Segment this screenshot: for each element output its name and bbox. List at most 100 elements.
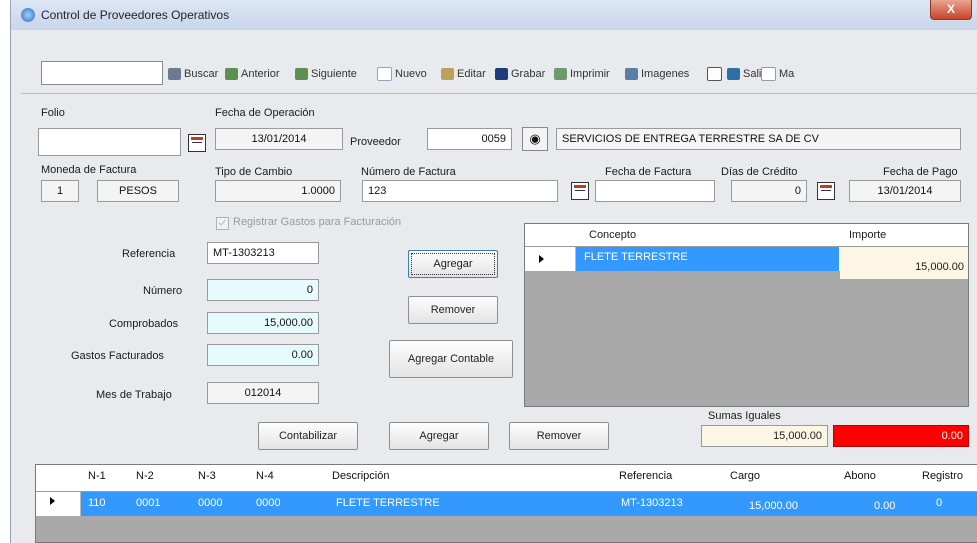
- header-n3: N-3: [198, 470, 216, 482]
- anterior-button[interactable]: Anterior: [225, 66, 280, 82]
- numero-field[interactable]: 0: [207, 279, 319, 301]
- current-row-arrow-icon: [539, 255, 544, 263]
- checkbox-icon: [761, 67, 776, 81]
- main-window: Control de Proveedores Operativos X Busc…: [10, 0, 977, 543]
- app-icon: [21, 8, 35, 22]
- close-button[interactable]: X: [930, 0, 972, 20]
- moneda-label: Moneda de Factura: [41, 164, 137, 176]
- images-icon: [625, 68, 638, 80]
- agregar-partida-button[interactable]: Agregar: [389, 422, 489, 450]
- window-title: Control de Proveedores Operativos: [41, 8, 230, 22]
- mes-trabajo-field: 012014: [207, 382, 319, 404]
- cell-registro[interactable]: 0: [936, 497, 942, 509]
- sumas-diferencia-field: 0.00: [833, 425, 969, 447]
- tipo-cambio-field[interactable]: 1.0000: [215, 180, 341, 202]
- exit-door-icon: [727, 68, 740, 80]
- current-row-arrow-icon: [50, 497, 55, 505]
- numero-factura-label: Número de Factura: [361, 166, 456, 178]
- salir-button[interactable]: Salir: [727, 66, 765, 82]
- agregar-concepto-button[interactable]: Agregar: [408, 250, 498, 278]
- cell-n1[interactable]: 110: [88, 497, 106, 509]
- header-importe: Importe: [849, 229, 887, 241]
- header-concepto: Concepto: [589, 229, 637, 241]
- ma-button[interactable]: Ma: [761, 66, 794, 82]
- fecha-factura-label: Fecha de Factura: [605, 166, 692, 178]
- cell-n3[interactable]: 0000: [198, 497, 222, 509]
- header-n4: N-4: [256, 470, 274, 482]
- comprobados-field[interactable]: 15,000.00: [207, 312, 319, 334]
- calendar-icon[interactable]: [188, 134, 206, 152]
- fecha-factura-field[interactable]: [595, 180, 715, 202]
- header-registro: Registro: [922, 470, 963, 482]
- new-document-icon: [377, 67, 392, 81]
- header-n2: N-2: [136, 470, 154, 482]
- gastos-facturados-field[interactable]: 0.00: [207, 344, 319, 366]
- grid-icon: [707, 67, 722, 81]
- printer-icon: [554, 68, 567, 80]
- numero-label: Número: [143, 285, 183, 297]
- binoculars-icon: [168, 68, 181, 80]
- grabar-button[interactable]: Grabar: [495, 66, 545, 82]
- nuevo-button[interactable]: Nuevo: [377, 66, 427, 82]
- imprimir-button[interactable]: Imprimir: [554, 66, 610, 82]
- edit-icon: [441, 68, 454, 80]
- header-referencia: Referencia: [619, 470, 673, 482]
- cell-descripcion[interactable]: FLETE TERRESTRE: [336, 497, 440, 509]
- poliza-grid: N-1 N-2 N-3 N-4 Descripción Referencia C…: [35, 464, 977, 543]
- agregar-contable-button[interactable]: Agregar Contable: [389, 340, 513, 378]
- moneda-code-field[interactable]: 1: [41, 180, 79, 202]
- save-icon: [495, 68, 508, 80]
- dias-credito-field[interactable]: 0: [731, 180, 807, 202]
- cell-n4[interactable]: 0000: [256, 497, 280, 509]
- fecha-pago-field[interactable]: 13/01/2014: [849, 180, 961, 202]
- calendar-icon[interactable]: [571, 182, 589, 200]
- gastos-facturados-label: Gastos Facturados: [71, 350, 164, 362]
- comprobados-label: Comprobados: [109, 318, 179, 330]
- toolbar: Buscar Anterior Siguiente Nuevo Editar G…: [11, 52, 977, 88]
- remover-partida-button[interactable]: Remover: [509, 422, 609, 450]
- remover-concepto-button[interactable]: Remover: [408, 296, 498, 324]
- proveedor-label: Proveedor: [350, 136, 401, 148]
- cell-importe[interactable]: 15,000.00: [840, 247, 968, 279]
- moneda-name-field: PESOS: [97, 180, 179, 202]
- calendar-icon[interactable]: [817, 182, 835, 200]
- siguiente-button[interactable]: Siguiente: [295, 66, 357, 82]
- referencia-field[interactable]: MT-1303213: [207, 242, 319, 264]
- imagenes-button[interactable]: Imagenes: [625, 66, 689, 82]
- sumas-total-field: 15,000.00: [701, 425, 828, 447]
- cell-abono[interactable]: 0.00: [874, 500, 895, 512]
- buscar-button[interactable]: Buscar: [168, 66, 218, 82]
- title-bar: Control de Proveedores Operativos X: [11, 0, 977, 30]
- grid-toggle-button[interactable]: [707, 66, 722, 82]
- arrow-right-icon: [295, 68, 308, 80]
- cell-cargo[interactable]: 15,000.00: [749, 500, 798, 512]
- table-row[interactable]: 110 0001 0000 0000 FLETE TERRESTRE MT-13…: [36, 492, 977, 516]
- numero-factura-field[interactable]: 123: [362, 180, 558, 202]
- toolbar-search-box[interactable]: [41, 61, 163, 85]
- registrar-gastos-checkbox[interactable]: [216, 217, 229, 230]
- search-provider-button[interactable]: ◉: [522, 127, 548, 151]
- row-selector[interactable]: [36, 492, 81, 516]
- row-selector[interactable]: [525, 247, 576, 271]
- header-abono: Abono: [844, 470, 876, 482]
- editar-button[interactable]: Editar: [441, 66, 486, 82]
- cell-referencia[interactable]: MT-1303213: [621, 497, 683, 509]
- cell-n2[interactable]: 0001: [136, 497, 160, 509]
- header-descripcion: Descripción: [332, 470, 390, 482]
- header-cargo: Cargo: [730, 470, 760, 482]
- fecha-operacion-field[interactable]: 13/01/2014: [215, 128, 343, 150]
- contabilizar-button[interactable]: Contabilizar: [258, 422, 358, 450]
- folio-label: Folio: [41, 107, 65, 119]
- header-n1: N-1: [88, 470, 106, 482]
- binoculars-icon: ◉: [529, 131, 541, 146]
- registrar-gastos-label: Registrar Gastos para Facturación: [233, 216, 402, 228]
- proveedor-name-field: SERVICIOS DE ENTREGA TERRESTRE SA DE CV: [556, 128, 961, 150]
- conceptos-grid: Concepto Importe FLETE TERRESTRE 15,000.…: [524, 223, 969, 407]
- table-row[interactable]: FLETE TERRESTRE 15,000.00: [525, 247, 968, 279]
- sumas-iguales-label: Sumas Iguales: [708, 410, 781, 422]
- dias-credito-label: Días de Crédito: [721, 166, 798, 178]
- cell-concepto[interactable]: FLETE TERRESTRE: [576, 247, 839, 271]
- mes-trabajo-label: Mes de Trabajo: [96, 389, 172, 401]
- folio-field[interactable]: [38, 128, 181, 156]
- proveedor-code-field[interactable]: 0059: [427, 128, 512, 150]
